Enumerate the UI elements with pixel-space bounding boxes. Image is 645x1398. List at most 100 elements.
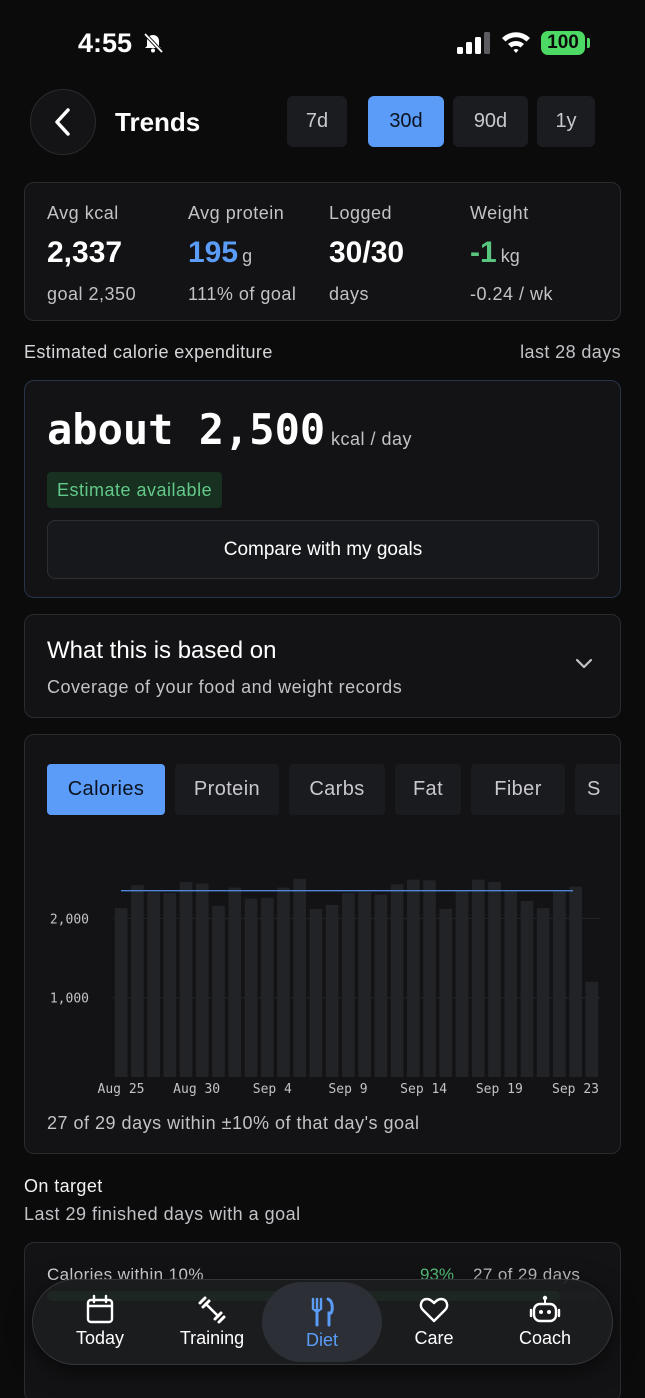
chart-x-tick-label: Aug 30 [173,1082,220,1097]
stat-label: Logged [329,203,393,223]
stat-number: -1 [470,236,497,269]
chart-bar [374,894,388,1077]
stat-sub: goal 2,350 [47,284,137,304]
tab-today[interactable]: Today [40,1280,160,1366]
bottom-tab-bar: Today Training Diet Care Coach [32,1279,613,1365]
bell-muted-icon [143,32,164,54]
battery-indicator: 100 [541,31,585,55]
stat-label: Weight [470,203,529,223]
metric-tab-fat[interactable]: Fat [395,764,461,815]
stat-value: 2,337 [47,236,136,272]
stat-value: 30/30 [329,236,404,272]
chart-bar [488,881,501,1077]
status-bar: 4:55 100 [0,0,645,88]
page-title: Trends [115,107,201,137]
chart-bar [553,891,566,1077]
chart-bar [520,900,534,1077]
chart-y-tick-label: 1,000 [50,992,89,1007]
summary-stats-card: Avg kcal 2,337 goal 2,350 Avg protein 19… [24,182,621,321]
stat-value: 195 g [188,236,296,272]
chart-bar [131,885,144,1077]
tab-care[interactable]: Care [374,1280,494,1366]
compare-goals-button[interactable]: Compare with my goals [47,520,599,579]
chart-bar [147,892,160,1077]
chart-bar [244,898,258,1077]
signal-icon [457,32,490,54]
status-badge: Estimate available [47,472,223,508]
chart-bar [309,908,323,1077]
range-tab-1y[interactable]: 1y [537,96,595,147]
tab-diet[interactable]: Diet [262,1282,382,1362]
calendar-icon [86,1294,114,1324]
chart-bar [163,893,177,1077]
stat-label: Avg kcal [47,203,119,223]
chart-x-tick-label: Sep 19 [476,1082,523,1097]
dumbbell-icon [198,1296,226,1324]
chart-x-tick-label: Sep 14 [400,1082,447,1097]
metric-tab-more[interactable]: S [575,764,620,815]
chart-bar [228,887,242,1077]
chart-bar [325,904,339,1077]
chart-bar [293,878,307,1077]
stat-avg-kcal: Avg kcal 2,337 goal 2,350 [47,203,136,305]
metric-tab-calories[interactable]: Calories [47,764,165,815]
chart-bar [504,891,518,1077]
stat-unit: g [242,246,253,266]
metric-tab-carbs[interactable]: Carbs [289,764,385,815]
status-time: 4:55 [78,28,133,58]
chart-bar [471,879,485,1077]
chart-bar [195,883,209,1077]
tab-coach[interactable]: Coach [485,1280,605,1366]
tab-label: Training [179,1328,245,1348]
chart-y-ticks: 2,000 1,000 [50,912,89,1006]
chart-bar [455,890,469,1077]
chart-y-tick-label: 2,000 [50,912,89,927]
tab-training[interactable]: Training [152,1280,272,1366]
chart-bar [585,981,599,1077]
stat-number: 195 [188,236,239,269]
chart-caption: 27 of 29 days within ±10% of that day's … [47,1113,420,1133]
calorie-bar-chart: 2,000 1,000 Aug 25 Aug 30 Sep 4 Sep 9 Sep 14 S… [50,878,600,1097]
header: Trends 7d 30d 90d 1y [0,88,645,158]
robot-icon [529,1295,561,1323]
chart-bar [179,881,193,1077]
stat-weight: Weight -1 kg -0.24 / wk [470,203,553,305]
estimate-value: about 2,500 [47,405,326,454]
tab-label: Care [414,1328,454,1348]
range-tab-7d[interactable]: 7d [287,96,347,147]
heart-icon [419,1297,449,1323]
tab-label: Coach [518,1328,572,1348]
chart-x-tick-label: Aug 25 [98,1082,145,1097]
stat-value: -1 kg [470,236,553,272]
chart-bars [114,878,599,1077]
wifi-icon [502,32,530,53]
chart-card: Calories Protein Carbs Fat Fiber S 2,000… [24,734,621,1154]
metric-tab-protein[interactable]: Protein [175,764,279,815]
on-target-subtitle: Last 29 finished days with a goal [24,1204,301,1224]
back-button[interactable] [30,89,96,155]
chart-x-ticks: Aug 25 Aug 30 Sep 4 Sep 9 Sep 14 Sep 19 Sep 23 [98,1082,599,1097]
estimate-section-header: Estimated calorie expenditure last 28 da… [24,342,621,363]
stat-sub: days [329,284,370,304]
chart-x-tick-label: Sep 9 [328,1082,367,1097]
stat-label: Avg protein [188,203,285,223]
chart-bar [277,887,290,1077]
stat-number: 30/30 [329,236,405,269]
chart-bar [569,886,582,1077]
section-label: Estimated calorie expenditure [24,342,273,362]
chart-x-tick-label: Sep 4 [253,1082,292,1097]
based-on-accordion[interactable]: What this is based on Coverage of your f… [24,614,621,718]
estimate-unit: kcal / day [331,429,413,449]
chart-bar [406,879,420,1077]
chart-bar [423,880,436,1077]
range-tab-90d[interactable]: 90d [453,96,528,147]
tab-label: Today [75,1328,125,1348]
on-target-title: On target [24,1176,103,1196]
stat-unit: kg [500,246,520,266]
based-on-subtitle: Coverage of your food and weight records [47,677,403,697]
range-tab-30d[interactable]: 30d [368,96,444,147]
fork-knife-icon [311,1297,334,1327]
chart-bar [212,905,225,1077]
tab-label: Diet [305,1330,338,1350]
metric-tab-fiber[interactable]: Fiber [471,764,565,815]
